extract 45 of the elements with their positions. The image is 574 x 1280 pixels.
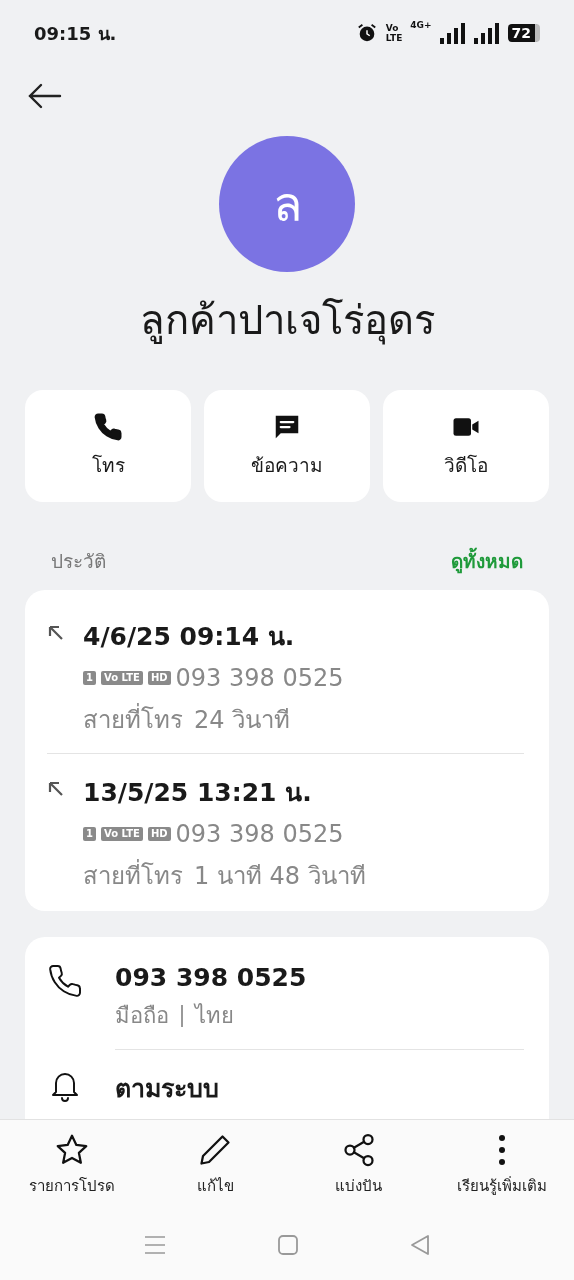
sim-badge: 1 <box>83 827 96 841</box>
menu-button[interactable] <box>143 1233 167 1257</box>
menu-icon <box>143 1233 167 1257</box>
call-duration: 24 วินาที <box>194 705 291 736</box>
outgoing-arrow-icon <box>47 780 65 798</box>
message-button[interactable]: ข้อความ <box>204 390 370 502</box>
more-button[interactable]: เรียนรู้เพิ่มเติม <box>430 1120 574 1210</box>
home-button[interactable] <box>277 1234 299 1256</box>
sim-badge: HD <box>147 671 171 685</box>
detail-subtitle: มือถือ <box>115 1002 169 1030</box>
contact-avatar: ล <box>219 136 355 272</box>
signal-icon <box>473 22 500 44</box>
signal-icon <box>439 22 466 44</box>
sim-badge: 1 <box>83 671 96 685</box>
sim-badge: Vo LTE <box>100 827 143 841</box>
detail-title: 093 398 0525 <box>115 963 307 992</box>
favorite-button[interactable]: รายการโปรด <box>0 1120 144 1210</box>
back-triangle-icon <box>409 1234 431 1256</box>
section-title: ประวัติ <box>51 549 106 574</box>
call-time: 13/5/25 13:21 น. <box>83 778 312 807</box>
more-icon <box>499 1135 506 1165</box>
call-type: สายที่โทร <box>83 856 183 895</box>
call-number: 093 398 0525 <box>175 664 344 692</box>
sim-badge: Vo LTE <box>100 671 143 685</box>
call-number: 093 398 0525 <box>175 820 344 848</box>
home-icon <box>277 1234 299 1256</box>
volte-label: Vo LTE <box>385 23 403 43</box>
video-button[interactable]: วิดีโอ <box>383 390 549 502</box>
call-duration: 1 นาที 48 วินาที <box>194 861 366 892</box>
sim-badge: HD <box>147 827 171 841</box>
phone-icon <box>93 412 123 442</box>
contact-name: ลูกค้าปาเจโร่อุดร <box>138 296 436 347</box>
back-nav-button[interactable] <box>409 1234 431 1256</box>
phone-icon <box>47 963 83 999</box>
detail-subtitle: ไทย <box>195 1002 234 1030</box>
status-time: 09:15 น. <box>34 21 117 46</box>
call-button[interactable]: โทร <box>25 390 191 502</box>
battery-level: 72 <box>507 24 540 42</box>
call-time: 4/6/25 09:14 น. <box>83 622 295 651</box>
call-type: สายที่โทร <box>83 700 183 739</box>
edit-button[interactable]: แก้ไข <box>143 1120 287 1210</box>
network-type: 4G+ <box>410 20 432 30</box>
detail-title: ตามระบบ <box>115 1074 219 1103</box>
outgoing-arrow-icon <box>47 624 65 642</box>
share-button[interactable]: แบ่งปัน <box>287 1120 431 1210</box>
